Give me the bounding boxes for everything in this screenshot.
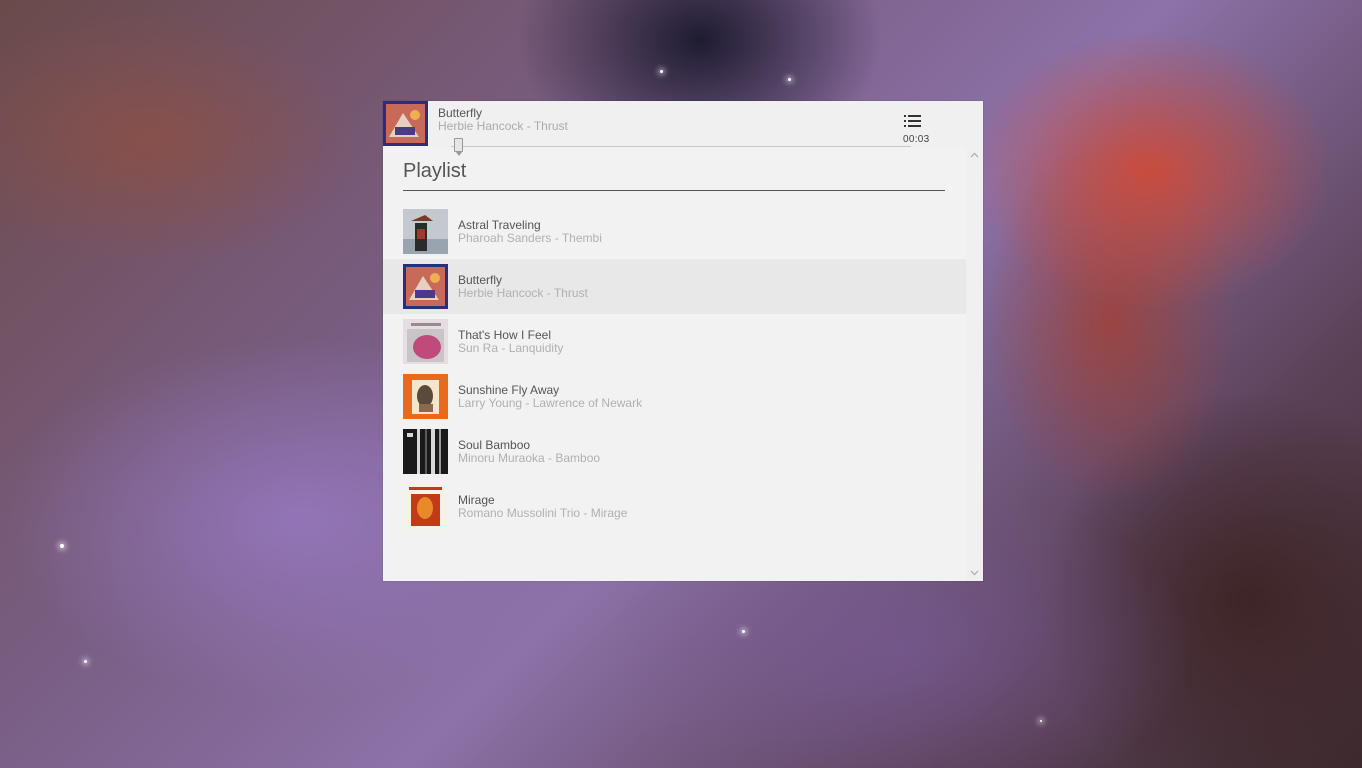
elapsed-time: 00:03 — [903, 134, 930, 145]
now-playing-bar: Butterfly Herbie Hancock - Thrust 00:03 — [383, 101, 983, 156]
playlist-panel: Playlist Astral Traveling Pharoah Sander… — [383, 147, 966, 581]
star-decoration — [742, 630, 745, 633]
playlist-item[interactable]: Soul Bamboo Minoru Muraoka - Bamboo — [383, 424, 966, 479]
playlist-list: Astral Traveling Pharoah Sanders - Themb… — [383, 204, 966, 534]
playlist-scrollbar[interactable] — [966, 147, 983, 581]
now-playing-title: Butterfly — [438, 106, 483, 120]
star-decoration — [660, 70, 663, 73]
album-art — [403, 209, 448, 254]
track-title: Sunshine Fly Away — [458, 383, 560, 397]
album-art — [403, 374, 448, 419]
track-artist-album: Sun Ra - Lanquidity — [458, 341, 564, 355]
list-icon[interactable] — [901, 112, 925, 130]
playlist-item[interactable]: Astral Traveling Pharoah Sanders - Themb… — [383, 204, 966, 259]
chevron-up-icon[interactable] — [970, 151, 979, 160]
playlist-item[interactable]: Sunshine Fly Away Larry Young - Lawrence… — [383, 369, 966, 424]
album-art — [403, 264, 448, 309]
playlist-item[interactable]: Butterfly Herbie Hancock - Thrust — [383, 259, 966, 314]
star-decoration — [788, 78, 791, 81]
track-artist-album: Minoru Muraoka - Bamboo — [458, 451, 601, 465]
playlist-item[interactable]: That's How I Feel Sun Ra - Lanquidity — [383, 314, 966, 369]
track-title: Mirage — [458, 493, 495, 507]
playlist-item[interactable]: Mirage Romano Mussolini Trio - Mirage — [383, 479, 966, 534]
music-player-window: Butterfly Herbie Hancock - Thrust 00:03 … — [383, 101, 983, 581]
track-artist-album: Romano Mussolini Trio - Mirage — [458, 506, 628, 520]
chevron-down-icon[interactable] — [970, 568, 979, 577]
star-decoration — [84, 660, 87, 663]
track-title: That's How I Feel — [458, 328, 551, 342]
track-artist-album: Herbie Hancock - Thrust — [458, 286, 588, 300]
track-artist-album: Larry Young - Lawrence of Newark — [458, 396, 643, 410]
playlist-heading: Playlist — [403, 160, 467, 182]
album-art — [403, 319, 448, 364]
now-playing-album-art — [383, 101, 428, 146]
track-artist-album: Pharoah Sanders - Thembi — [458, 231, 602, 245]
playlist-divider — [403, 190, 945, 191]
scrollbar-track[interactable] — [966, 164, 983, 564]
album-art — [403, 429, 448, 474]
now-playing-artist-album: Herbie Hancock - Thrust — [438, 119, 568, 133]
track-title: Soul Bamboo — [458, 438, 531, 452]
track-title: Butterfly — [458, 273, 503, 287]
album-art — [403, 484, 448, 529]
star-decoration — [1040, 720, 1042, 722]
star-decoration — [60, 544, 64, 548]
track-title: Astral Traveling — [458, 218, 541, 232]
